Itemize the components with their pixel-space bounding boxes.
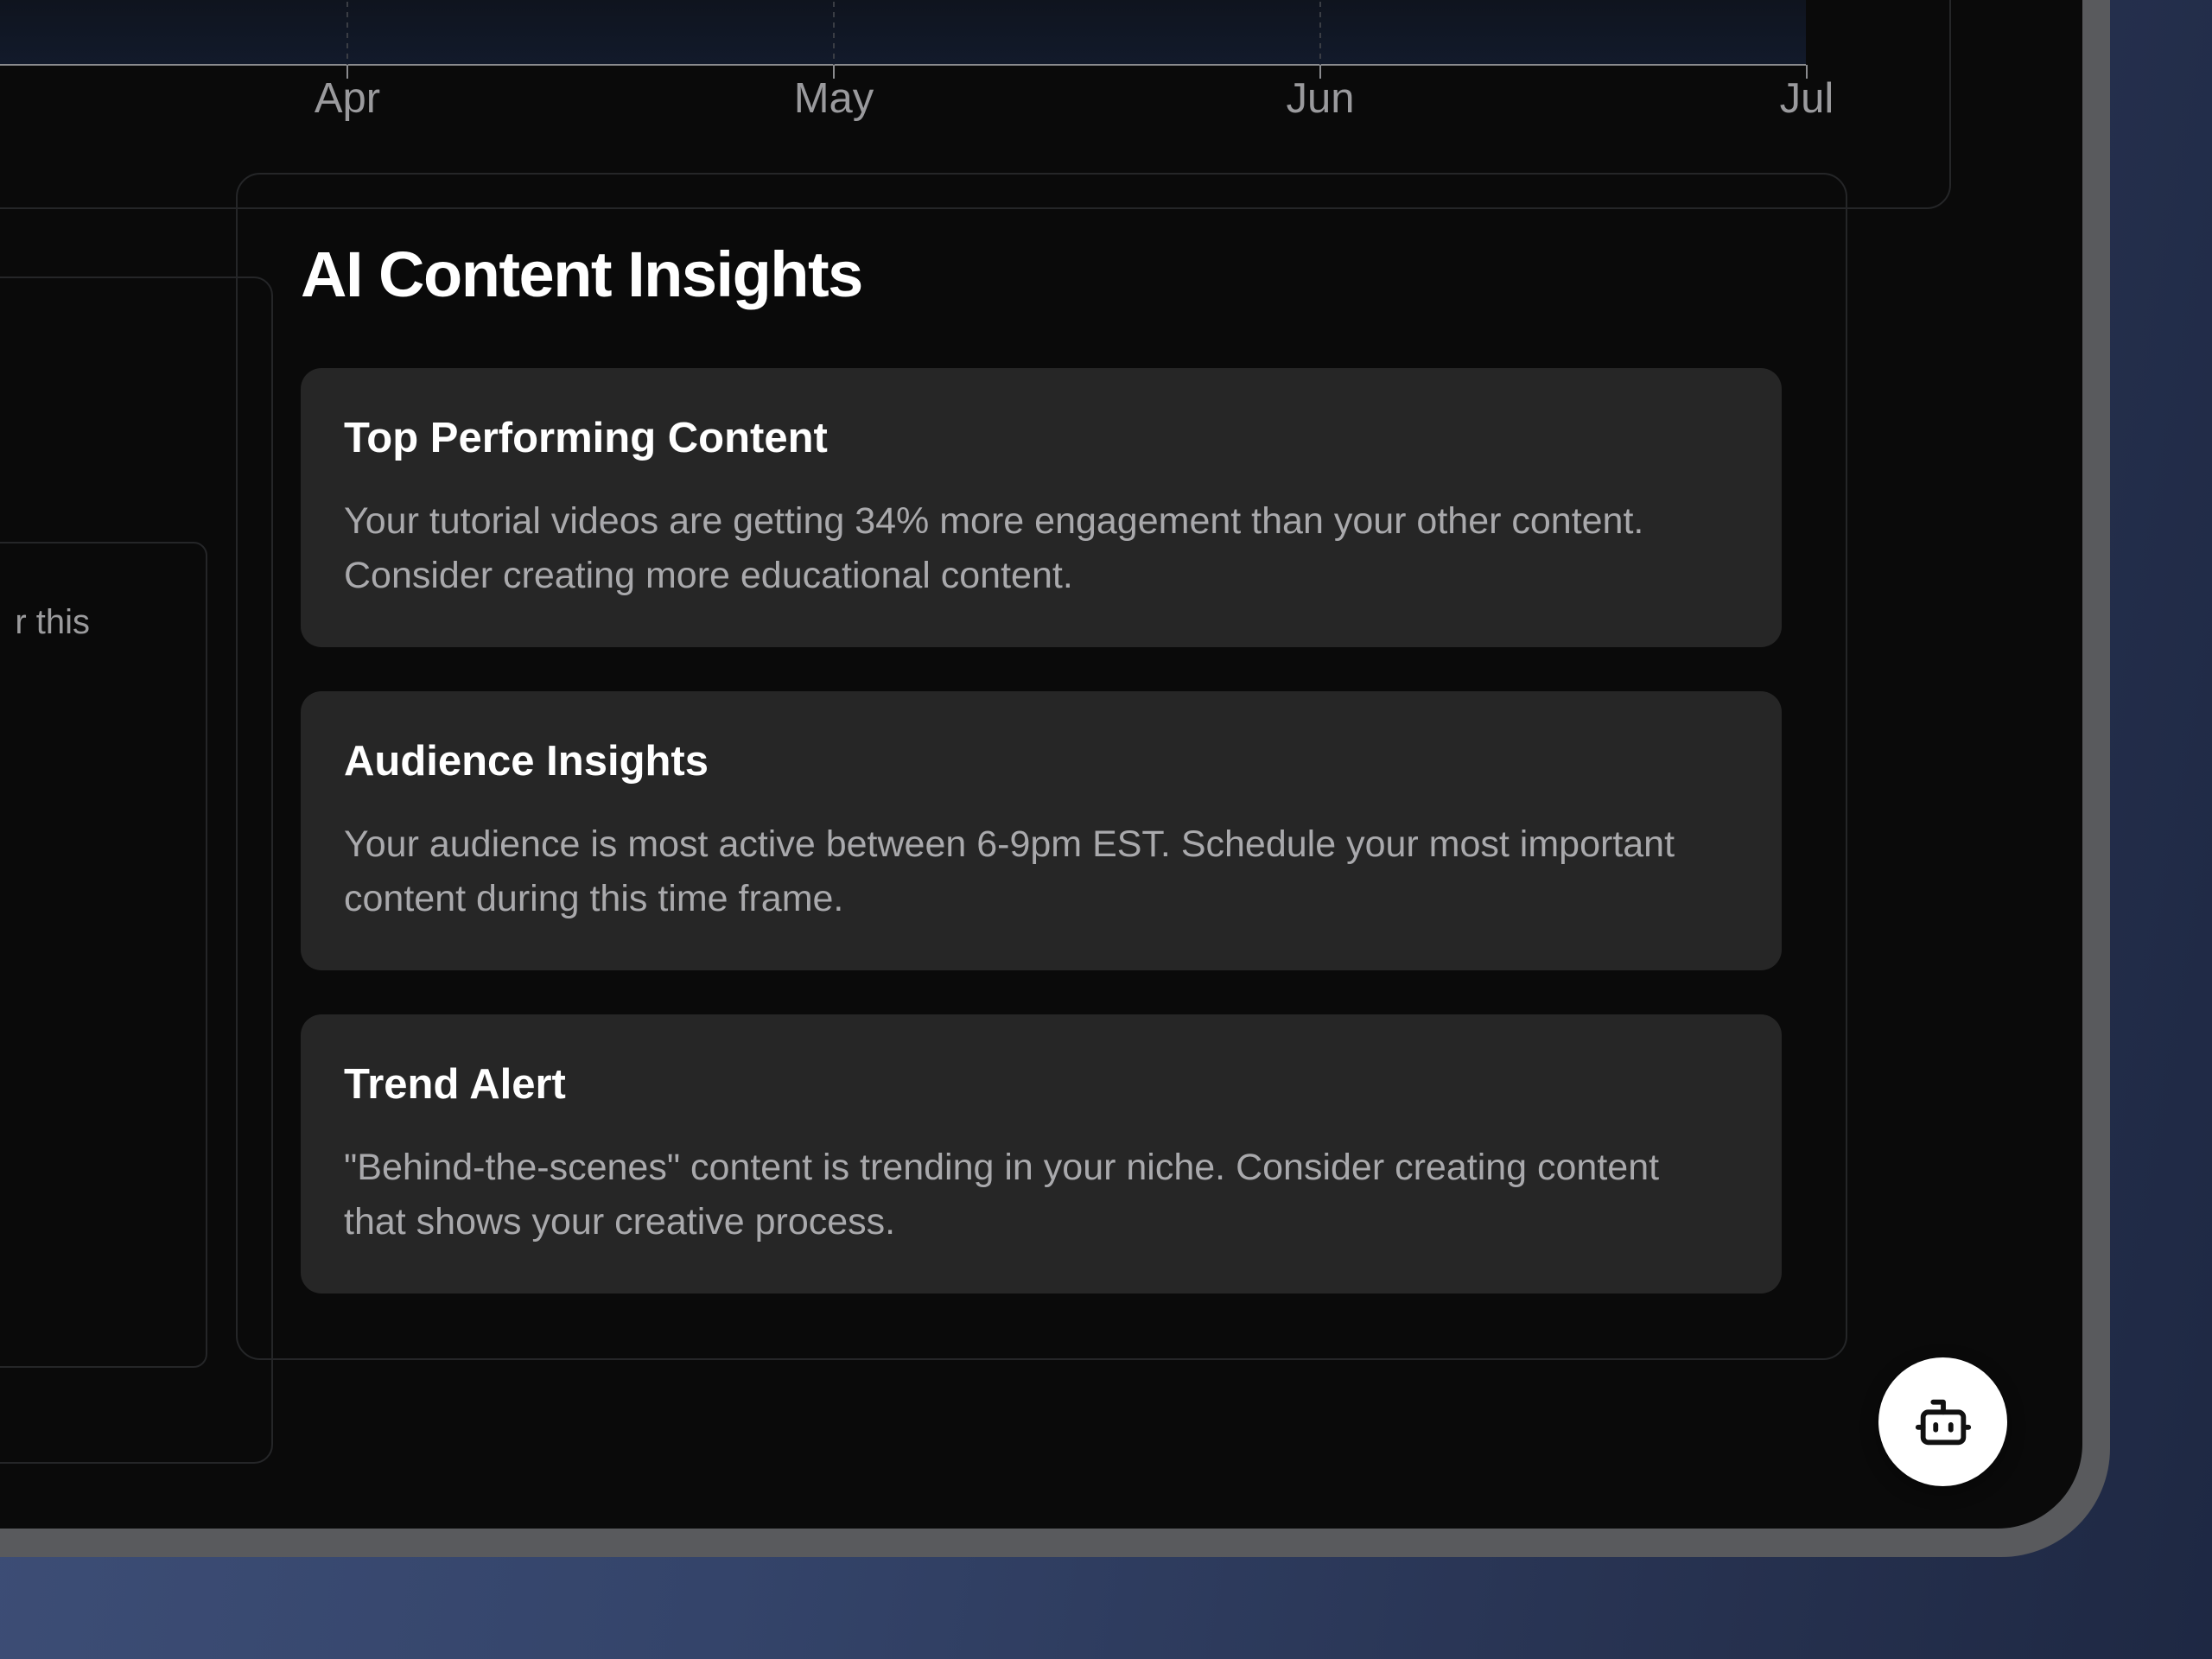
insight-text: Your audience is most active between 6-9… xyxy=(344,823,1675,919)
insight-title: Top Performing Content xyxy=(344,415,828,461)
x-tick-label: May xyxy=(794,75,874,122)
dashboard-content: Apr May Jun Jul r this AI Content Insights … xyxy=(0,0,2082,1529)
ai-assistant-button[interactable] xyxy=(1878,1357,2007,1486)
insight-top-performing[interactable]: Top Performing Content Your tutorial vid… xyxy=(301,368,1782,647)
insight-audience[interactable]: Audience Insights Your audience is most … xyxy=(301,691,1782,970)
insight-text: "Behind-the-scenes" content is trending … xyxy=(344,1147,1660,1243)
insight-trend-alert[interactable]: Trend Alert "Behind-the-scenes" content … xyxy=(301,1014,1782,1294)
x-tick-label: Apr xyxy=(315,75,380,122)
left-panel-inner-box xyxy=(0,542,207,1368)
insight-title: Audience Insights xyxy=(344,738,709,785)
dashboard-screen: Apr May Jun Jul r this AI Content Insights … xyxy=(0,0,2082,1529)
x-tick-label: Jul xyxy=(1780,75,1834,122)
insight-title: Trend Alert xyxy=(344,1061,566,1108)
bot-icon xyxy=(1915,1399,1971,1445)
left-panel-text: r this xyxy=(15,603,90,641)
insight-text: Your tutorial videos are getting 34% mor… xyxy=(344,500,1644,596)
ai-insights-title: AI Content Insights xyxy=(301,238,863,310)
chart-axes: Apr May Jun Jul xyxy=(0,0,1834,122)
x-tick-label: Jun xyxy=(1286,75,1354,122)
